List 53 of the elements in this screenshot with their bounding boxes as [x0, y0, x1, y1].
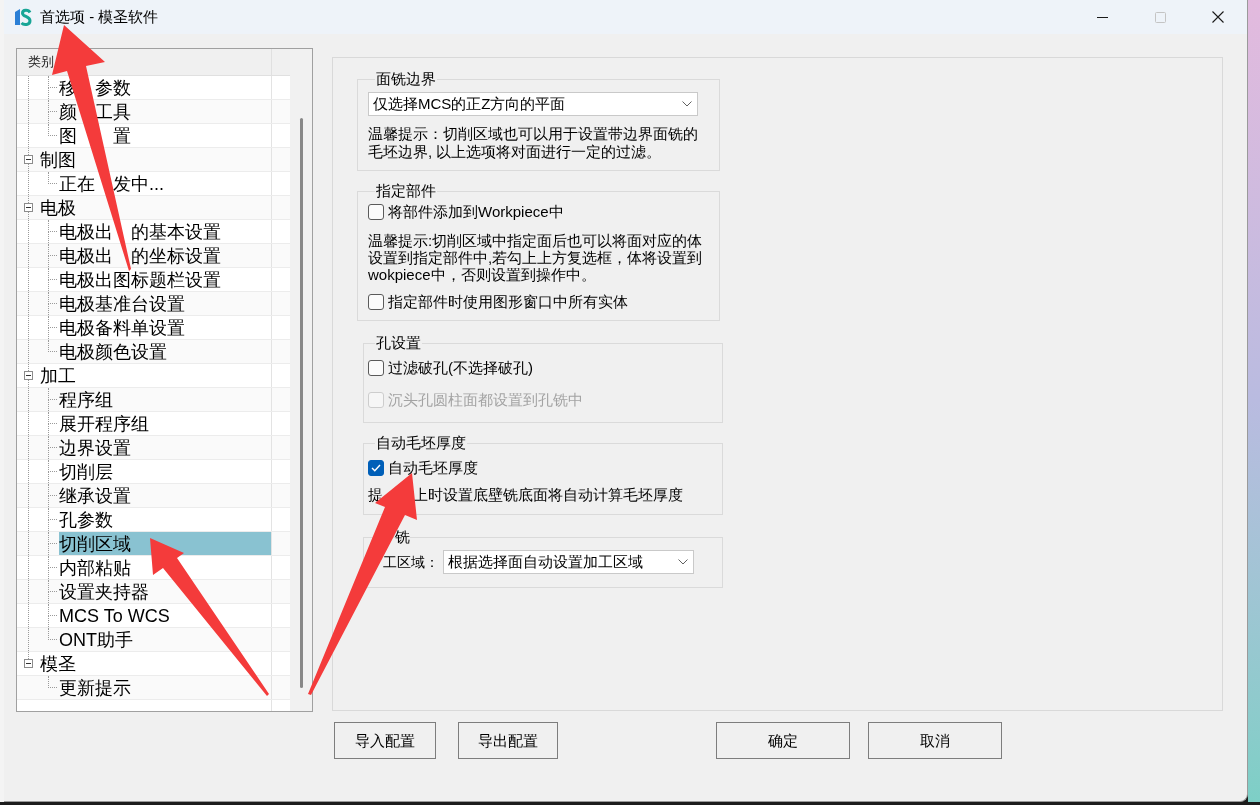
tree-item[interactable]: 切削区域	[59, 532, 271, 555]
group-title: 指定部件	[375, 181, 437, 201]
checkbox[interactable]	[368, 360, 384, 376]
tree-item[interactable]: 电极备料单设置	[59, 316, 185, 339]
tree-item[interactable]: 电极出 的基本设置	[59, 220, 221, 243]
hint-text: 温馨提示:切削区域中指定面后也可以将面对应的体设置到指定部件中,若勾上上方复选框，体将设置到wokpiece中，否则设置到操作中。	[368, 232, 704, 283]
scrollbar[interactable]	[290, 49, 312, 711]
checkbox[interactable]	[368, 204, 384, 220]
tree-item[interactable]: 孔参数	[59, 508, 113, 531]
window-title: 首选项 - 模圣软件	[40, 7, 159, 27]
tree-item[interactable]: 内部粘贴	[59, 556, 131, 579]
collapse-icon[interactable]	[24, 203, 33, 212]
group-title: 孔设置	[375, 333, 422, 353]
tree-item[interactable]: 正在 发中...	[59, 172, 164, 195]
dialog-button[interactable]: 取消	[868, 722, 1002, 759]
checkbox-label[interactable]: 指定部件时使用图形窗口中所有实体	[388, 293, 628, 311]
tree-item[interactable]: 模圣	[40, 652, 76, 675]
collapse-icon[interactable]	[24, 659, 33, 668]
group-title: 面铣边界	[375, 69, 437, 89]
checkbox[interactable]	[368, 460, 384, 476]
collapse-icon[interactable]	[24, 155, 33, 164]
chevron-down-icon	[682, 101, 692, 107]
tree-item[interactable]: 切削层	[59, 460, 113, 483]
app-logo-icon	[14, 7, 32, 27]
hint-text: 温馨提示：切削区域也可以用于设置带边界面铣的毛坯边界, 以上选项将对面进行一定的过滤。	[368, 125, 699, 161]
tree-item[interactable]: 图 置	[59, 124, 131, 147]
checkbox-label[interactable]: 将部件添加到Workpiece中	[388, 203, 564, 221]
field-label: 工区域：	[383, 553, 439, 571]
checkbox-label[interactable]: 自动毛坯厚度	[388, 459, 478, 477]
checkbox[interactable]	[368, 294, 384, 310]
collapse-icon[interactable]	[24, 371, 33, 380]
maximize-icon	[1154, 11, 1166, 23]
tree-item[interactable]: 程序组	[59, 388, 113, 411]
dialog-button[interactable]: 导出配置	[458, 722, 558, 759]
group-title: 铣	[395, 527, 410, 547]
tree-item[interactable]: MCS To WCS	[59, 604, 170, 627]
tree-item[interactable]: 电极出图标题栏设置	[59, 268, 221, 291]
dropdown[interactable]: 仅选择MCS的正Z方向的平面	[368, 92, 698, 116]
group-title: 自动毛坯厚度	[375, 433, 467, 453]
minimize-icon	[1096, 16, 1108, 18]
tree-item[interactable]: 电极	[40, 196, 76, 219]
dropdown[interactable]: 根据选择面自动设置加工区域	[443, 550, 694, 574]
checkbox-label[interactable]: 过滤破孔(不选择破孔)	[388, 359, 533, 377]
tree-item[interactable]: 加工	[40, 364, 76, 387]
tree-item[interactable]: 制图	[40, 148, 76, 171]
dialog-button[interactable]: 导入配置	[334, 722, 436, 759]
scrollbar-thumb[interactable]	[300, 118, 303, 688]
column-header: 类别	[28, 54, 54, 70]
tree-item[interactable]: 展开程序组	[59, 412, 149, 435]
checkmark-icon	[371, 464, 381, 472]
close-icon	[1212, 11, 1224, 23]
chevron-down-icon	[678, 559, 688, 565]
dialog-button[interactable]: 确定	[716, 722, 850, 759]
